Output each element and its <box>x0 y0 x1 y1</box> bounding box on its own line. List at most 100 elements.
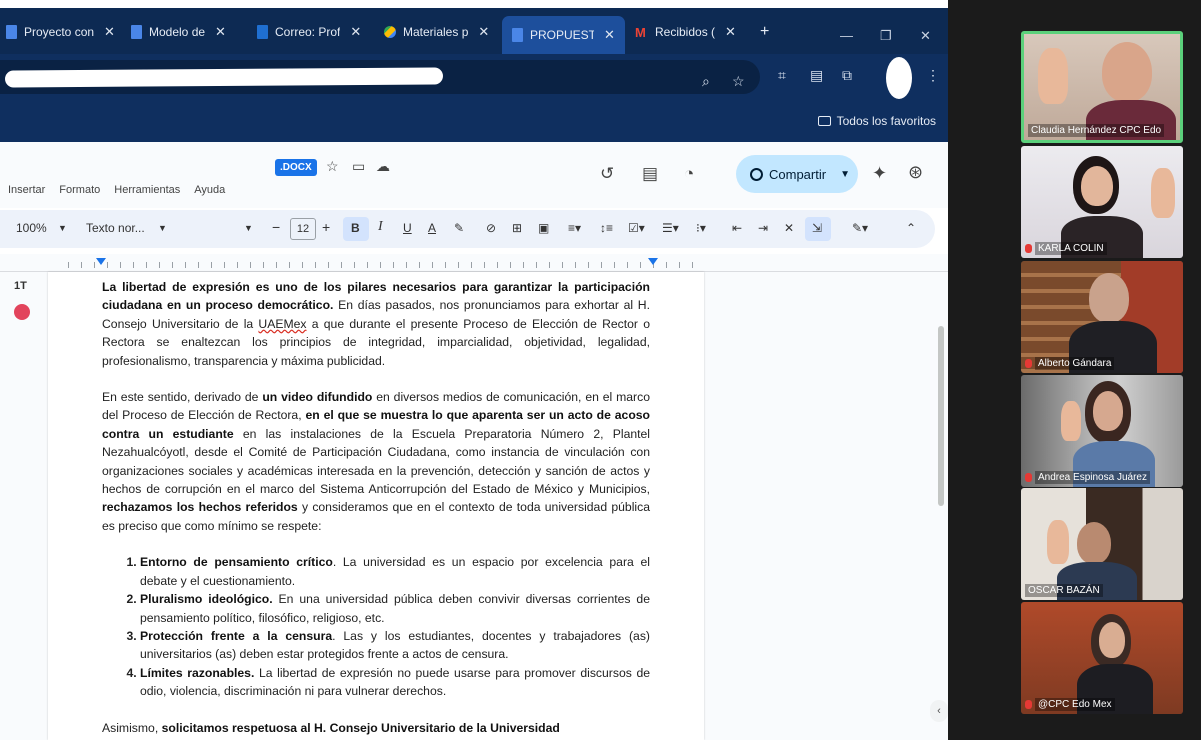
chevron-left-icon[interactable]: ‹ <box>930 700 948 722</box>
move-folder-icon[interactable]: ▭ <box>352 158 365 175</box>
participant-tile[interactable]: Alberto Gándara <box>1021 261 1183 373</box>
tab-label: Correo: Prof <box>275 25 341 39</box>
participant-tile[interactable]: @CPC Edo Mex <box>1021 602 1183 714</box>
participant-tile[interactable]: Andrea Espinosa Juárez <box>1021 375 1183 487</box>
mic-muted-icon <box>1025 473 1032 482</box>
participant-face <box>1099 622 1125 658</box>
emoji-reaction-icon[interactable] <box>14 304 30 320</box>
participant-tile[interactable]: KARLA COLIN <box>1021 146 1183 258</box>
font-size-input[interactable]: 12 <box>290 218 316 240</box>
vertical-scrollbar[interactable] <box>938 326 944 506</box>
extensions-icon[interactable]: ⧉ <box>842 67 852 84</box>
maximize-button[interactable]: ❐ <box>880 28 892 44</box>
font-size-decrease[interactable]: − <box>272 219 280 235</box>
paragraph-1: La libertad de expresión es uno de los p… <box>102 278 650 370</box>
bookmarks-bar: Todos los favoritos <box>0 100 948 142</box>
minimize-button[interactable]: — <box>840 28 853 43</box>
participant-tile[interactable]: Claudia Hernández CPC Edo <box>1021 31 1183 143</box>
close-icon[interactable]: ✕ <box>604 27 615 43</box>
translate-icon[interactable]: ⌗ <box>778 67 786 84</box>
bulleted-list-icon[interactable]: ☰▾ <box>662 221 679 235</box>
share-button[interactable]: Compartir ▼ <box>736 155 858 193</box>
share-label: Compartir <box>769 166 827 182</box>
close-icon[interactable]: ✕ <box>215 24 226 40</box>
spellcheck-icon[interactable]: ⇲ <box>812 221 822 235</box>
zoom-icon[interactable]: ⌕ <box>702 73 710 90</box>
tab-correo[interactable]: Correo: Prof ✕ <box>257 18 361 46</box>
align-icon[interactable]: ≡▾ <box>568 221 581 235</box>
image-icon[interactable]: ▣ <box>538 221 549 235</box>
participant-tile[interactable]: OSCAR BAZÁN <box>1021 488 1183 600</box>
list-item-title: Entorno de pensamiento crítico <box>140 555 333 570</box>
decrease-indent-icon[interactable]: ⇤ <box>732 221 742 235</box>
numbered-list-icon[interactable]: ⁝▾ <box>696 221 706 235</box>
paragraph-2: En este sentido, derivado de un video di… <box>102 388 650 535</box>
participant-name: @CPC Edo Mex <box>1035 698 1115 711</box>
chevron-down-icon[interactable]: ▼ <box>158 223 167 233</box>
chevron-down-icon[interactable]: ▼ <box>840 169 850 180</box>
gemini-icon[interactable]: ✦ <box>872 163 887 184</box>
tab-label: PROPUESTA <box>530 28 594 42</box>
p3-bold: solicitamos respetuosa al H. Consejo Uni… <box>161 720 560 735</box>
tab-propuesta[interactable]: PROPUESTA ✕ <box>502 16 625 54</box>
increase-indent-icon[interactable]: ⇥ <box>758 221 768 235</box>
bold-button[interactable]: B <box>351 221 360 235</box>
tab-materiales[interactable]: Materiales p ✕ <box>384 18 489 46</box>
zoom-select[interactable]: 100% <box>16 221 47 235</box>
accessibility-icon[interactable]: ⊛ <box>908 162 923 183</box>
menu-herramientas[interactable]: Herramientas <box>114 184 180 196</box>
outlook-icon <box>257 25 268 39</box>
raised-hand <box>1061 401 1081 441</box>
menu-insertar[interactable]: Insertar <box>8 184 45 196</box>
address-bar[interactable]: ⌕ ☆ <box>0 60 760 94</box>
close-icon[interactable]: ✕ <box>104 24 115 40</box>
formatting-toolbar: 100% ▼ Texto nor... ▼ ▼ − 12 + B I U A ✎… <box>0 210 935 248</box>
close-window-button[interactable]: ✕ <box>920 28 931 44</box>
comments-icon[interactable]: ▤ <box>642 164 658 184</box>
font-size-increase[interactable]: + <box>322 219 330 235</box>
docs-icon <box>512 28 523 42</box>
meet-icon[interactable]: ◔ <box>684 164 694 184</box>
participant-name: Andrea Espinosa Juárez <box>1035 471 1150 484</box>
document-body[interactable]: La libertad de expresión es uno de los p… <box>102 278 650 740</box>
new-tab-button[interactable]: + <box>760 18 769 46</box>
line-spacing-icon[interactable]: ↕≡ <box>600 221 613 235</box>
add-comment-icon[interactable]: ⊞ <box>512 221 522 235</box>
star-icon[interactable]: ☆ <box>326 158 339 175</box>
underline-button[interactable]: U <box>403 221 412 235</box>
font-chevron-icon[interactable]: ▼ <box>244 223 253 233</box>
plus-icon: + <box>760 23 770 40</box>
close-icon[interactable]: ✕ <box>725 24 736 40</box>
cloud-status-icon[interactable]: ☁ <box>376 158 390 175</box>
history-icon[interactable]: ↺ <box>600 164 614 184</box>
chevron-down-icon[interactable]: ▼ <box>58 223 67 233</box>
docx-badge: .DOCX <box>275 159 317 176</box>
italic-button[interactable]: I <box>378 219 383 235</box>
clear-formatting-icon[interactable]: ✕ <box>784 221 794 235</box>
close-icon[interactable]: ✕ <box>478 24 489 40</box>
left-indent-marker[interactable] <box>96 258 106 265</box>
highlight-icon[interactable]: ✎ <box>454 221 464 235</box>
docs-icon <box>131 25 142 39</box>
tab-proyecto[interactable]: Proyecto con ✕ <box>6 18 115 46</box>
menu-ayuda[interactable]: Ayuda <box>194 184 225 196</box>
ruler-ticks <box>68 262 704 268</box>
menu-formato[interactable]: Formato <box>59 184 100 196</box>
kebab-menu-icon[interactable]: ⋮ <box>926 67 940 84</box>
reading-list-icon[interactable]: ▤ <box>810 67 823 84</box>
tab-modelo[interactable]: Modelo de ✕ <box>131 18 226 46</box>
tab-recibidos[interactable]: M Recibidos ( ✕ <box>635 18 736 46</box>
star-icon[interactable]: ☆ <box>732 73 745 90</box>
editing-mode-icon[interactable]: ✎▾ <box>852 221 868 235</box>
close-icon[interactable]: ✕ <box>350 24 361 40</box>
style-select[interactable]: Texto nor... <box>86 221 145 235</box>
collapse-menu-icon[interactable]: ⌃ <box>906 221 916 235</box>
all-favorites-label: Todos los favoritos <box>836 114 936 128</box>
right-indent-marker[interactable] <box>648 258 658 265</box>
link-icon[interactable]: ⊘ <box>486 221 496 235</box>
all-favorites-button[interactable]: Todos los favoritos <box>817 114 936 128</box>
checklist-icon[interactable]: ☑▾ <box>628 221 645 235</box>
headings-outline-icon[interactable]: 1T <box>14 280 40 292</box>
text-color-button[interactable]: A <box>428 221 436 235</box>
profile-avatar[interactable] <box>886 57 912 99</box>
